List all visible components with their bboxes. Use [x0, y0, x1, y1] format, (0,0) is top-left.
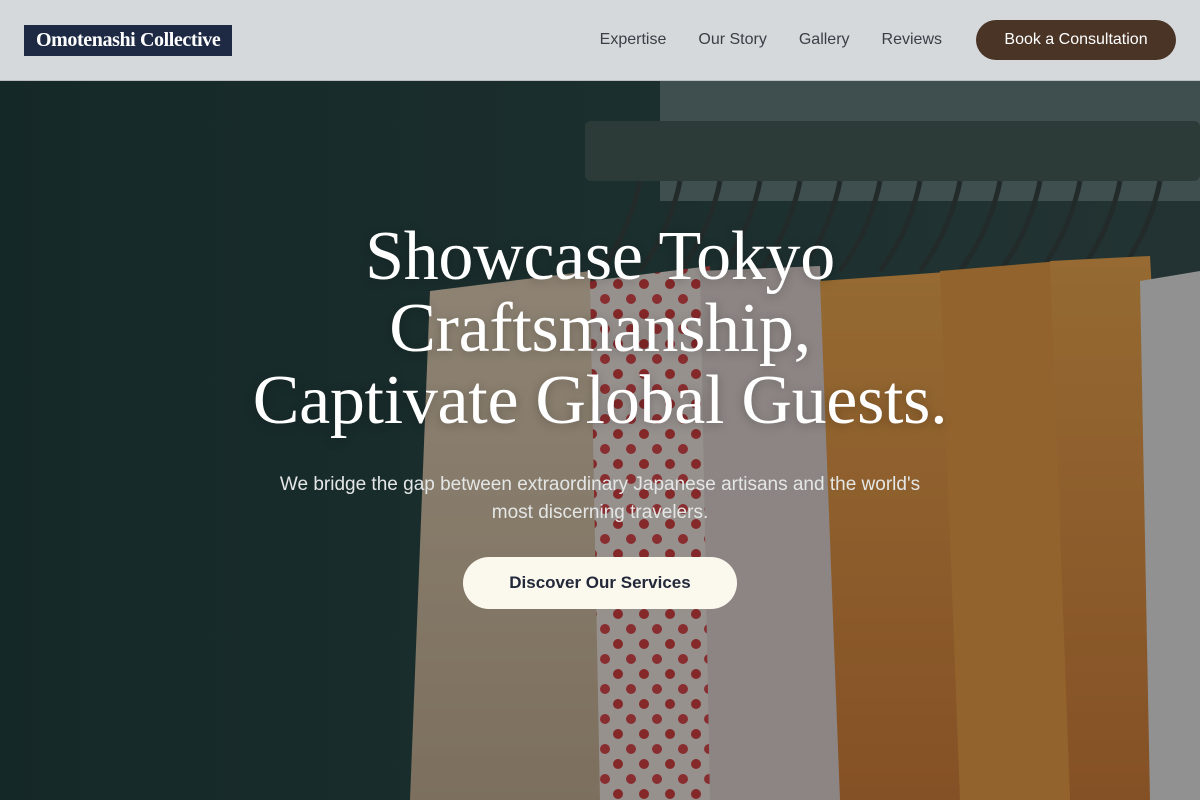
nav-link-our-story[interactable]: Our Story — [698, 31, 766, 49]
nav-link-reviews[interactable]: Reviews — [882, 31, 942, 49]
hero-headline-line-2: Craftsmanship, — [389, 290, 811, 367]
hero-headline: Showcase Tokyo Craftsmanship, Captivate … — [220, 221, 980, 437]
hero-headline-line-3: Captivate Global Guests. — [252, 362, 948, 439]
hero-content: Showcase Tokyo Craftsmanship, Captivate … — [0, 221, 1200, 609]
hero-headline-line-1: Showcase Tokyo — [365, 218, 835, 295]
nav-link-expertise[interactable]: Expertise — [600, 31, 667, 49]
brand-logo[interactable]: Omotenashi Collective — [24, 24, 233, 56]
book-consultation-button[interactable]: Book a Consultation — [976, 20, 1176, 60]
hero-subtext: We bridge the gap between extraordinary … — [279, 474, 921, 523]
site-header: Omotenashi Collective Expertise Our Stor… — [0, 0, 1200, 81]
main-nav: Expertise Our Story Gallery Reviews Book… — [600, 20, 1176, 60]
discover-services-button[interactable]: Discover Our Services — [463, 557, 737, 609]
hero-section: Showcase Tokyo Craftsmanship, Captivate … — [0, 81, 1200, 800]
nav-link-gallery[interactable]: Gallery — [799, 31, 850, 49]
